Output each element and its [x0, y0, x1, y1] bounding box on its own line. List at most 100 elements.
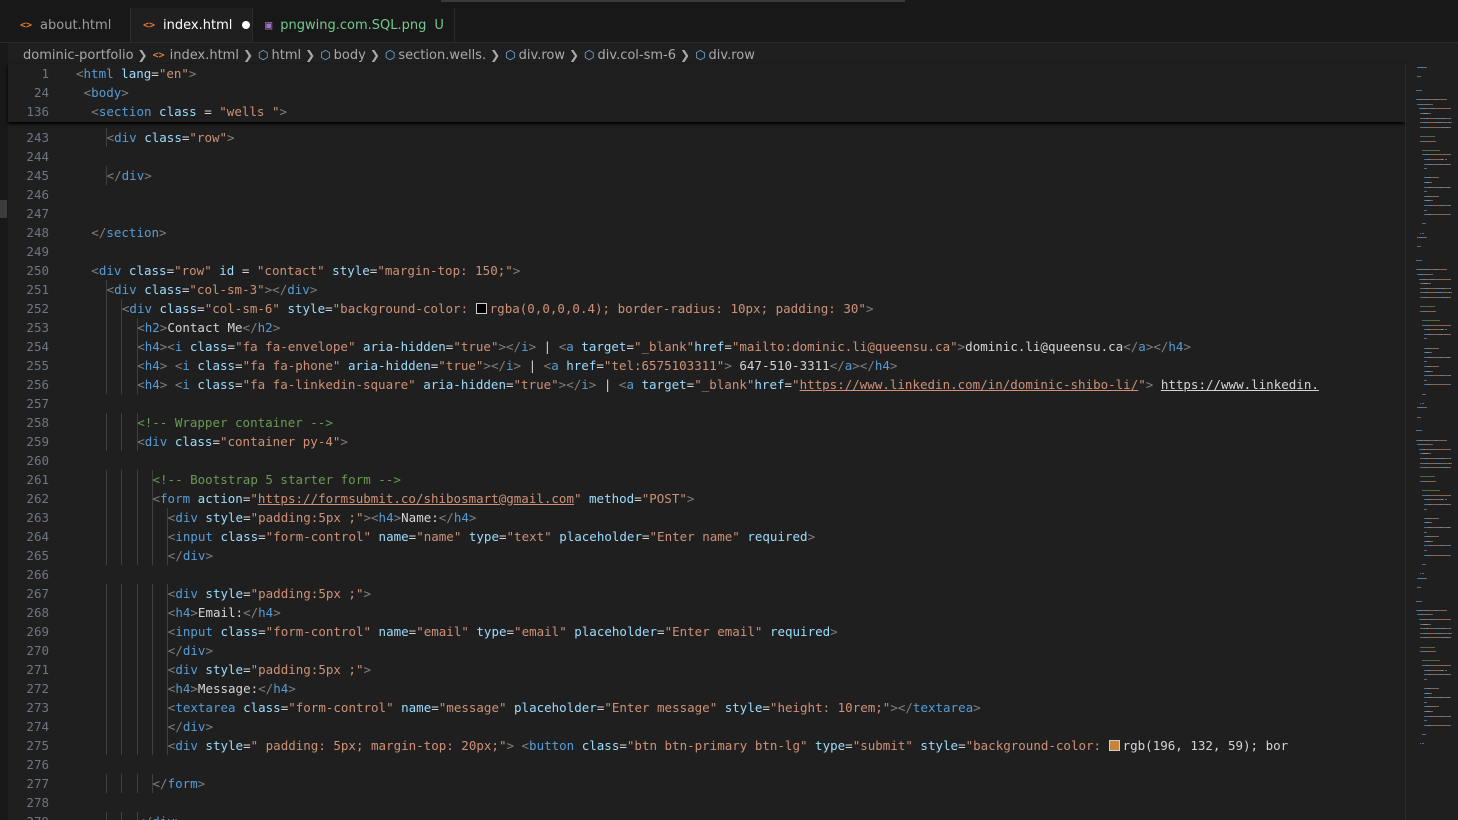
code-token: =	[243, 510, 251, 525]
code-token: button	[529, 738, 575, 753]
code-line[interactable]: 249	[8, 242, 1405, 261]
code-line[interactable]: 258 <!-- Wrapper container -->	[8, 413, 1405, 432]
line-number: 273	[26, 700, 49, 715]
color-swatch-icon[interactable]	[475, 303, 487, 314]
minimap-stroke	[1446, 609, 1447, 611]
code-token: rgb(196, 132, 59); bor	[1122, 738, 1289, 753]
code-line[interactable]: 271 <div style="padding:5px ;">	[8, 660, 1405, 679]
color-swatch-icon[interactable]	[1108, 740, 1120, 751]
breadcrumb-html[interactable]: html	[272, 48, 302, 63]
breadcrumb-div-col[interactable]: div.col-sm-6	[598, 48, 676, 63]
code-line[interactable]: 263 <div style="padding:5px ;"><h4>Name:<…	[8, 508, 1405, 527]
code-line[interactable]: 252 <div class="col-sm-6" style="backgrou…	[8, 299, 1405, 318]
minimap-stroke	[1425, 734, 1426, 735]
code-line[interactable]: 262 <form action = "https://formsubmit.co/s…	[8, 489, 1405, 508]
code-line[interactable]: 278	[8, 793, 1405, 812]
line-number: 277	[26, 776, 49, 791]
code-line[interactable]: 273 <textarea class="form-control" name="…	[8, 698, 1405, 717]
code-line[interactable]: 275 <div style=" padding: 5px; margin-top…	[8, 736, 1405, 755]
code-line[interactable]: 255 <h4> <i class="fa fa-phone" aria-hidd…	[8, 356, 1405, 375]
code-line[interactable]: 259 <div class="container py-4">	[8, 432, 1405, 451]
code-line[interactable]: 246	[8, 185, 1405, 204]
breadcrumb-file[interactable]: index.html	[170, 48, 239, 63]
tab-index-html[interactable]: <> index.html	[131, 8, 253, 42]
indent-guide	[136, 698, 138, 717]
code-token: =	[212, 434, 220, 449]
breadcrumb-body[interactable]: body	[334, 48, 366, 63]
code-token: action	[190, 491, 243, 506]
code-line[interactable]: 264 <input class="form-control" name="nam…	[8, 527, 1405, 546]
code-line[interactable]: 272 <h4>Message:</h4>	[8, 679, 1405, 698]
code-token: </	[258, 681, 274, 696]
code-editor[interactable]: 243 <div class="row"> 244 245 </div> 246 247 24…	[8, 64, 1405, 820]
code-line[interactable]: 267 <div style="padding:5px ;">	[8, 584, 1405, 603]
code-token: "form-control"	[265, 529, 372, 544]
indent-guide	[106, 318, 107, 337]
code-token: form	[160, 491, 191, 506]
breadcrumb-section[interactable]: section.wells.	[398, 48, 486, 63]
code-token: h4	[378, 510, 394, 525]
tab-pngwing-sql-png[interactable]: ▣ pngwing.com.SQL.png U	[253, 8, 455, 42]
minimap[interactable]	[1405, 64, 1458, 820]
code-line[interactable]: 243 <div class="row">	[8, 128, 1405, 147]
code-line[interactable]: 268 <h4>Email:</h4>	[8, 603, 1405, 622]
code-line[interactable]: 256 <h4> <i class="fa fa-linkedin-square"…	[8, 375, 1405, 394]
code-line[interactable]: 136 <section class = "wells ">	[8, 102, 1405, 121]
breadcrumb-folder[interactable]: dominic-portfolio	[23, 48, 134, 63]
code-line[interactable]: 248 </section>	[8, 223, 1405, 242]
line-text: <input class="form-control" name="email"…	[168, 622, 838, 641]
minimap-stroke	[1420, 430, 1422, 432]
indent-guide	[121, 584, 123, 603]
minimap-stroke	[1434, 278, 1445, 280]
indent-guide	[121, 603, 123, 622]
sticky-scroll-header[interactable]: 1 <html lang="en"> 24 <body> 136 <section cla…	[8, 64, 1405, 122]
code-line[interactable]: 274 </div>	[8, 717, 1405, 736]
code-line[interactable]: 276	[8, 755, 1405, 774]
code-token: Email:	[197, 605, 244, 620]
code-line[interactable]: 265 </div>	[8, 546, 1405, 565]
indent-guide	[121, 717, 123, 736]
line-number: 272	[26, 681, 49, 696]
indent-guide	[136, 812, 138, 820]
code-token: =	[325, 301, 333, 316]
code-token: section	[106, 225, 160, 240]
code-line[interactable]: 261 <!-- Bootstrap 5 starter form -->	[8, 470, 1405, 489]
html-icon: <>	[20, 19, 33, 31]
code-line[interactable]: 247	[8, 204, 1405, 223]
code-token: >	[1183, 339, 1191, 354]
code-line[interactable]: 257	[8, 394, 1405, 413]
minimap-stroke	[1423, 743, 1424, 745]
indent-guide	[167, 736, 169, 755]
code-line[interactable]: 279 </div>	[8, 812, 1405, 820]
code-token: https://formsubmit.co/shibosmart@gmail.c…	[257, 491, 574, 506]
line-number: 269	[26, 624, 49, 639]
code-line[interactable]: 269 <input class="form-control" name="ema…	[8, 622, 1405, 641]
code-line[interactable]: 250 <div class="row" id = "contact" style…	[8, 261, 1405, 280]
indent-guide	[106, 641, 107, 660]
minimap-stroke	[1435, 632, 1442, 634]
code-line[interactable]: 277 </form>	[8, 774, 1405, 793]
line-number: 260	[26, 453, 49, 468]
code-line[interactable]: 245 </div>	[8, 166, 1405, 185]
minimap-stroke	[1429, 669, 1438, 671]
indent-guide	[121, 413, 123, 432]
unsaved-dot-icon[interactable]	[242, 21, 251, 29]
code-line[interactable]: 253 <h2>Contact Me</h2>	[8, 318, 1405, 337]
code-token: "margin-top: 150;"	[377, 263, 513, 278]
code-line[interactable]: 1 <html lang="en">	[8, 64, 1405, 83]
breadcrumb-div-row[interactable]: div.row	[519, 48, 565, 63]
tab-about-html[interactable]: <> about.html	[8, 8, 131, 42]
code-line[interactable]: 254 <h4><i class="fa fa-envelope" aria-hi…	[8, 337, 1405, 356]
code-line[interactable]: 244	[8, 147, 1405, 166]
breadcrumb-div-row-2[interactable]: div.row	[709, 48, 755, 63]
code-line[interactable]: 24 <body>	[8, 83, 1405, 102]
indent-guide	[136, 774, 138, 793]
code-token: a	[626, 377, 634, 392]
code-token: div	[98, 263, 122, 278]
code-line[interactable]: 270 </div>	[8, 641, 1405, 660]
code-line[interactable]: 260	[8, 451, 1405, 470]
code-line[interactable]: 266	[8, 565, 1405, 584]
code-line[interactable]: 251 <div class="col-sm-3"></div>	[8, 280, 1405, 299]
minimap-stroke	[1450, 628, 1451, 630]
code-token: >	[393, 510, 402, 525]
